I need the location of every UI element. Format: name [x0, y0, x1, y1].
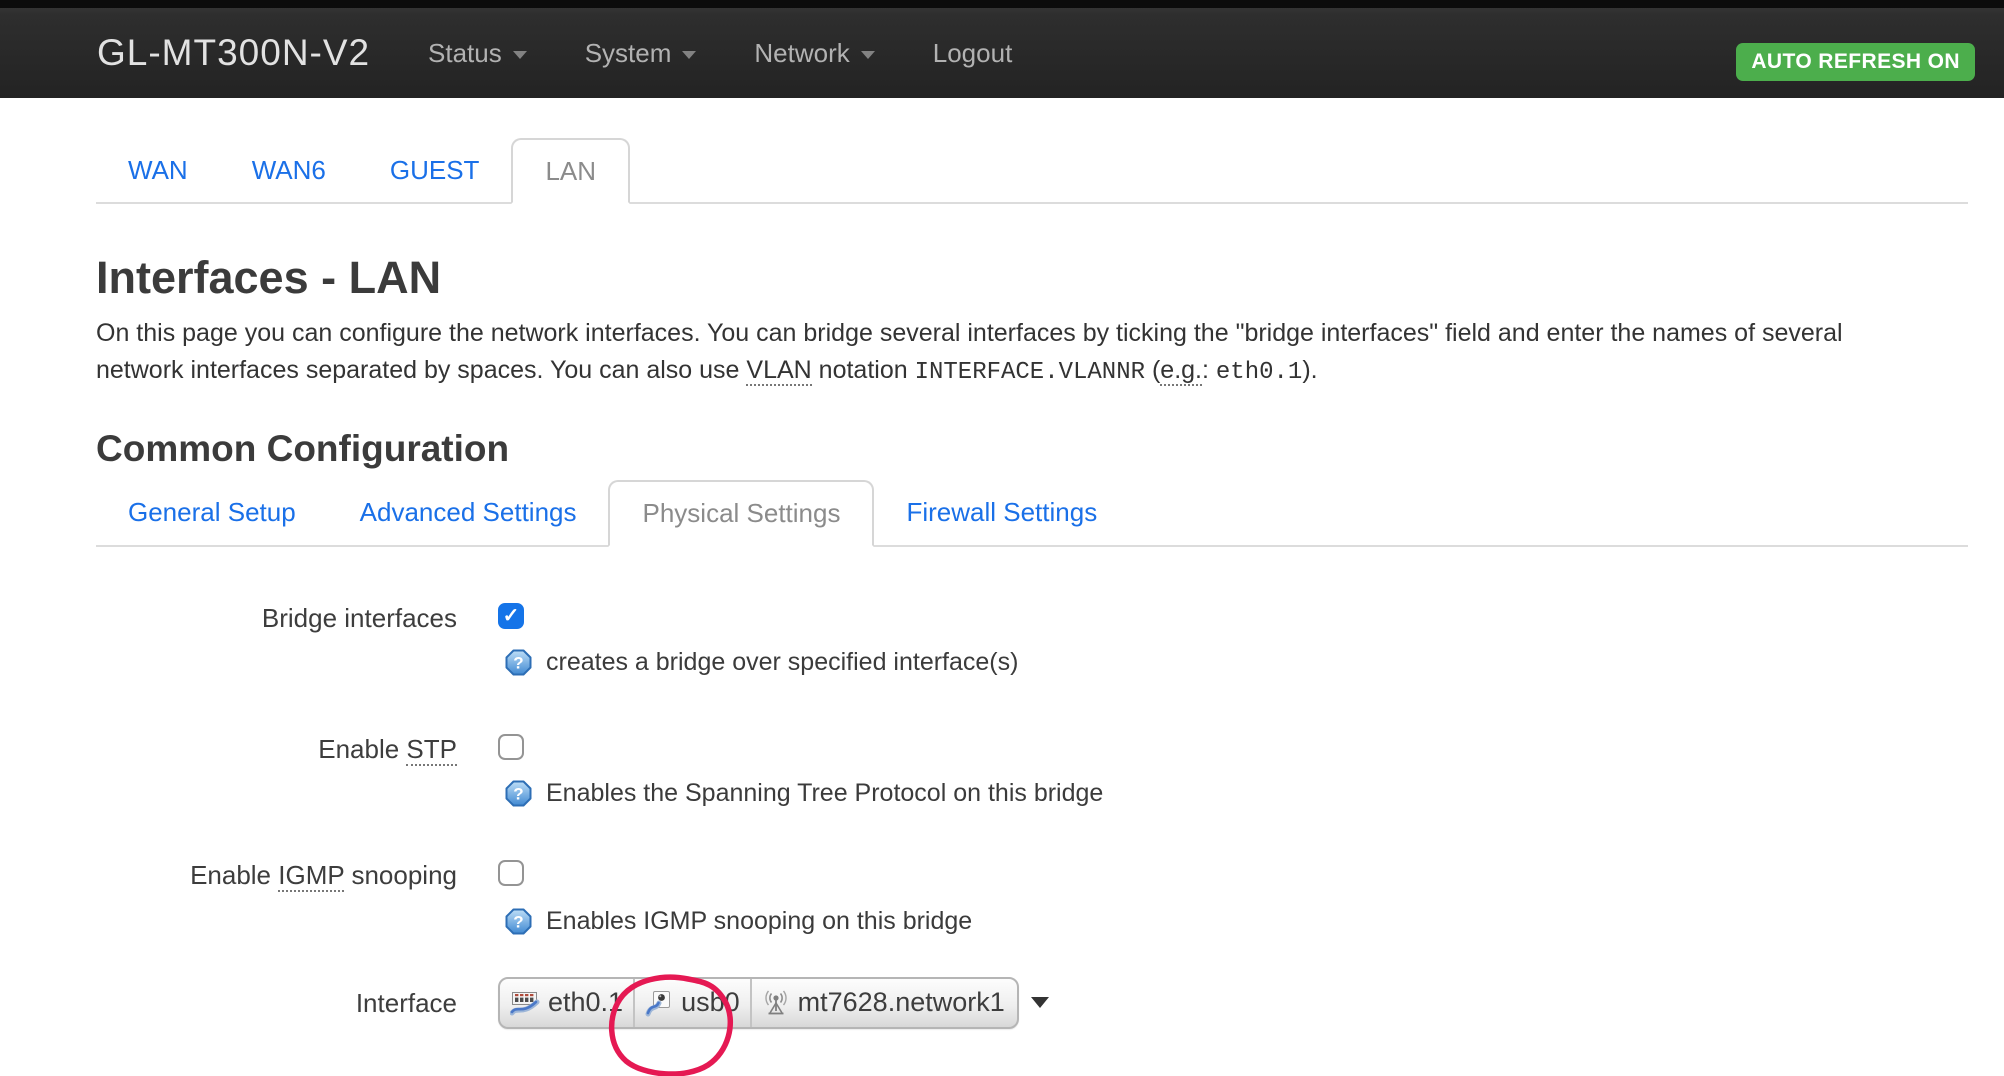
bridge-interfaces-checkbox[interactable]: ✓ [498, 603, 524, 629]
interface-option-eth0[interactable]: eth0.1 [500, 979, 635, 1027]
enable-igmp-checkbox[interactable] [498, 860, 524, 886]
igmp-help-row: ? Enables IGMP snooping on this bridge [505, 907, 1968, 936]
interface-select[interactable]: eth0.1 usb0 [498, 977, 1019, 1029]
enable-igmp-label: Enable IGMP snooping [96, 860, 457, 890]
navbar: GL-MT300N-V2 Status System Network Logou… [0, 8, 2004, 98]
nav-item-status[interactable]: Status [428, 38, 527, 69]
subtab-firewall-settings[interactable]: Firewall Settings [874, 480, 1129, 545]
enable-stp-row: Enable STP [96, 734, 1968, 764]
interface-option-label: eth0.1 [548, 987, 623, 1018]
svg-text:?: ? [513, 653, 523, 672]
tab-guest[interactable]: GUEST [358, 138, 512, 202]
enable-stp-checkbox[interactable] [498, 734, 524, 760]
interface-option-wireless[interactable]: mt7628.network1 [752, 979, 1065, 1027]
stp-help-text: Enables the Spanning Tree Protocol on th… [546, 779, 1103, 808]
auto-refresh-badge[interactable]: AUTO REFRESH ON [1736, 43, 1975, 81]
bridge-help-text: creates a bridge over specified interfac… [546, 648, 1018, 677]
interface-option-label: usb0 [681, 987, 740, 1018]
physical-settings-form: Bridge interfaces ✓ ? creates a bridge o… [96, 603, 1968, 1029]
tab-wan6[interactable]: WAN6 [220, 138, 358, 202]
help-icon: ? [505, 780, 532, 807]
bridge-help-row: ? creates a bridge over specified interf… [505, 648, 1968, 677]
svg-text:?: ? [513, 912, 523, 931]
vlan-abbr: VLAN [746, 356, 811, 386]
section-title: Common Configuration [96, 427, 1968, 471]
dropdown-caret-icon [1031, 997, 1049, 1008]
interface-row: Interface eth0.1 [96, 977, 1968, 1029]
code-interface-vlannr: INTERFACE.VLANNR [915, 359, 1145, 386]
chevron-down-icon [682, 51, 696, 59]
subtab-general-setup[interactable]: General Setup [96, 480, 328, 545]
interface-label: Interface [96, 977, 457, 1018]
nav-item-network[interactable]: Network [754, 38, 874, 69]
top-strip [0, 0, 2004, 8]
page-title: Interfaces - LAN [96, 250, 1968, 306]
nav-menu: Status System Network Logout [428, 8, 1012, 98]
main-content: WAN WAN6 GUEST LAN Interfaces - LAN On t… [0, 138, 2004, 1029]
ethernet-port-icon [645, 989, 673, 1017]
interface-option-usb0[interactable]: usb0 [635, 979, 752, 1027]
enable-stp-label: Enable STP [96, 734, 457, 764]
stp-help-row: ? Enables the Spanning Tree Protocol on … [505, 779, 1968, 808]
nav-item-system[interactable]: System [585, 38, 697, 69]
interface-tabbar: WAN WAN6 GUEST LAN [96, 138, 1968, 204]
subtab-advanced-settings[interactable]: Advanced Settings [328, 480, 609, 545]
page-description: On this page you can configure the netwo… [96, 315, 1968, 391]
nav-item-logout[interactable]: Logout [933, 38, 1013, 69]
svg-text:?: ? [513, 784, 523, 803]
subtab-physical-settings[interactable]: Physical Settings [608, 480, 874, 547]
help-icon: ? [505, 649, 532, 676]
chevron-down-icon [861, 51, 875, 59]
bridge-interfaces-label: Bridge interfaces [96, 603, 457, 633]
enable-igmp-row: Enable IGMP snooping [96, 860, 1968, 890]
stp-abbr: STP [406, 734, 457, 766]
brand-title: GL-MT300N-V2 [97, 8, 370, 98]
interface-option-label: mt7628.network1 [798, 987, 1005, 1018]
ethernet-switch-icon [510, 989, 540, 1017]
eg-abbr: e.g. [1160, 356, 1202, 386]
igmp-abbr: IGMP [278, 860, 344, 892]
check-icon: ✓ [503, 606, 520, 626]
help-icon: ? [505, 908, 532, 935]
igmp-help-text: Enables IGMP snooping on this bridge [546, 907, 972, 936]
bridge-interfaces-row: Bridge interfaces ✓ [96, 603, 1968, 633]
configuration-subtabbar: General Setup Advanced Settings Physical… [96, 480, 1968, 547]
tab-lan[interactable]: LAN [511, 138, 630, 204]
code-eth0-example: eth0.1 [1216, 359, 1302, 386]
chevron-down-icon [513, 51, 527, 59]
wireless-icon [762, 989, 790, 1017]
tab-wan[interactable]: WAN [96, 138, 220, 202]
